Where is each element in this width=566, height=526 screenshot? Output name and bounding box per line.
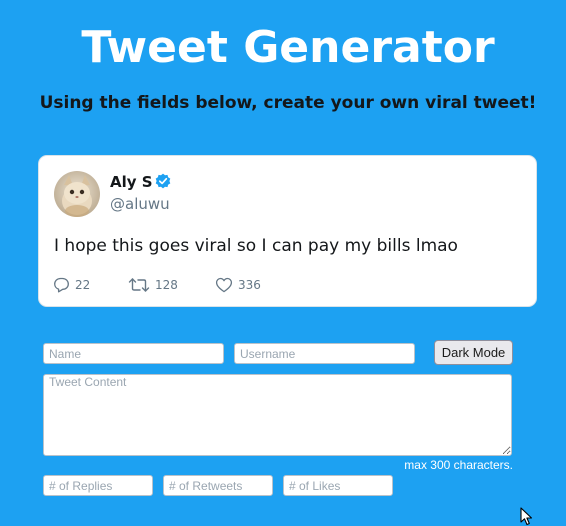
tweet-generator-page: Tweet Generator Using the fields below, … bbox=[0, 0, 566, 526]
tweet-preview-card: Aly S @aluwu I hope this goes viral so I… bbox=[38, 155, 537, 307]
tweet-content-textarea[interactable] bbox=[43, 374, 512, 456]
like-count[interactable]: 336 bbox=[215, 276, 261, 294]
tweet-text: I hope this goes viral so I can pay my b… bbox=[54, 236, 458, 256]
heart-icon bbox=[215, 277, 233, 293]
replies-input[interactable] bbox=[43, 475, 153, 496]
retweets-input[interactable] bbox=[163, 475, 273, 496]
display-name: Aly S bbox=[110, 173, 153, 191]
max-characters-note: max 300 characters. bbox=[404, 458, 513, 472]
verified-badge-icon bbox=[155, 173, 171, 189]
retweet-icon bbox=[128, 278, 150, 292]
retweet-count[interactable]: 128 bbox=[128, 276, 178, 294]
reply-count[interactable]: 22 bbox=[53, 276, 90, 294]
retweet-count-value: 128 bbox=[155, 278, 178, 292]
like-count-value: 336 bbox=[238, 278, 261, 292]
username-input[interactable] bbox=[234, 343, 415, 364]
dark-mode-button[interactable]: Dark Mode bbox=[434, 340, 513, 365]
name-input[interactable] bbox=[43, 343, 224, 364]
mouse-pointer-icon bbox=[520, 507, 534, 526]
user-handle: @aluwu bbox=[110, 195, 170, 213]
page-subtitle: Using the fields below, create your own … bbox=[39, 93, 537, 113]
reply-count-value: 22 bbox=[75, 278, 91, 292]
avatar bbox=[54, 171, 100, 217]
likes-input[interactable] bbox=[283, 475, 393, 496]
page-title: Tweet Generator bbox=[81, 22, 495, 73]
reply-icon bbox=[54, 277, 69, 293]
